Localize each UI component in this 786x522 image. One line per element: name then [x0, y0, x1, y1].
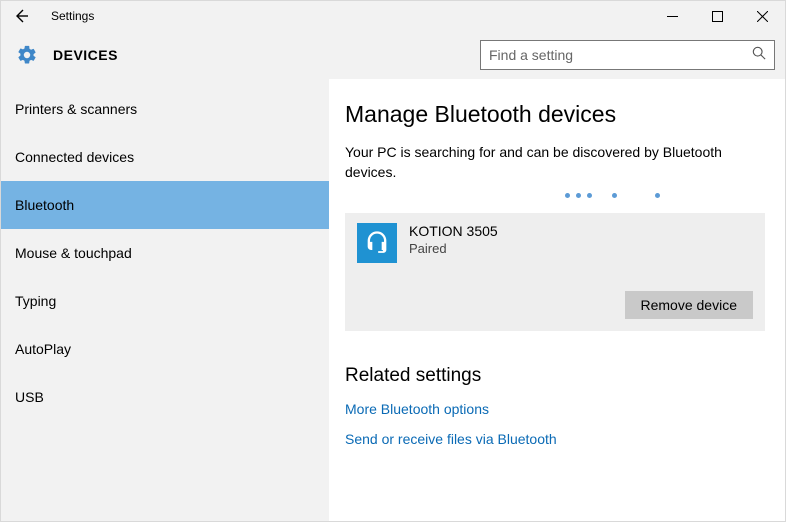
- minimize-button[interactable]: [650, 1, 695, 31]
- sidebar-item-bluetooth[interactable]: Bluetooth: [1, 181, 329, 229]
- related-heading: Related settings: [345, 365, 765, 387]
- window-title: Settings: [51, 9, 94, 23]
- arrow-left-icon: [13, 8, 29, 24]
- headset-icon: [357, 223, 397, 263]
- sidebar-item-connected-devices[interactable]: Connected devices: [1, 133, 329, 181]
- sidebar-item-label: Mouse & touchpad: [15, 245, 132, 261]
- sidebar: Printers & scanners Connected devices Bl…: [1, 79, 329, 521]
- page-title: Manage Bluetooth devices: [345, 101, 765, 128]
- search-icon: [752, 46, 766, 65]
- search-box[interactable]: [480, 40, 775, 70]
- maximize-button[interactable]: [695, 1, 740, 31]
- back-button[interactable]: [1, 1, 41, 31]
- header: DEVICES: [1, 31, 785, 79]
- page-description: Your PC is searching for and can be disc…: [345, 142, 755, 183]
- sidebar-item-label: Connected devices: [15, 149, 134, 165]
- sidebar-item-label: AutoPlay: [15, 341, 71, 357]
- device-name: KOTION 3505: [409, 223, 498, 239]
- remove-device-button[interactable]: Remove device: [625, 291, 754, 319]
- sidebar-item-usb[interactable]: USB: [1, 373, 329, 421]
- content-pane: Manage Bluetooth devices Your PC is sear…: [329, 79, 785, 521]
- minimize-icon: [667, 11, 678, 22]
- sidebar-item-label: Typing: [15, 293, 56, 309]
- sidebar-item-label: Printers & scanners: [15, 101, 137, 117]
- sidebar-item-mouse-touchpad[interactable]: Mouse & touchpad: [1, 229, 329, 277]
- sidebar-item-printers-scanners[interactable]: Printers & scanners: [1, 85, 329, 133]
- sidebar-item-autoplay[interactable]: AutoPlay: [1, 325, 329, 373]
- link-bluetooth-options[interactable]: More Bluetooth options: [345, 401, 765, 417]
- sidebar-item-typing[interactable]: Typing: [1, 277, 329, 325]
- close-button[interactable]: [740, 1, 785, 31]
- titlebar: Settings: [1, 1, 785, 31]
- header-title: DEVICES: [53, 47, 118, 63]
- maximize-icon: [712, 11, 723, 22]
- sidebar-item-label: USB: [15, 389, 44, 405]
- progress-indicator: [345, 189, 765, 203]
- link-send-receive-files[interactable]: Send or receive files via Bluetooth: [345, 431, 765, 447]
- search-input[interactable]: [489, 47, 752, 63]
- device-card[interactable]: KOTION 3505 Paired Remove device: [345, 213, 765, 331]
- close-icon: [757, 11, 768, 22]
- settings-icon: [15, 43, 39, 67]
- device-status: Paired: [409, 241, 498, 256]
- sidebar-item-label: Bluetooth: [15, 197, 74, 213]
